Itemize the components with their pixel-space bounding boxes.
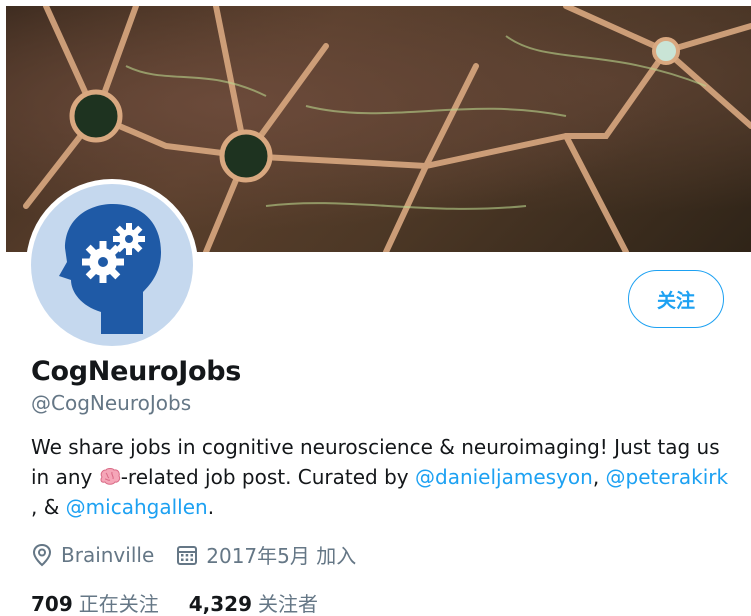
location-item: Brainville [31, 543, 154, 567]
mention-link[interactable]: @danieljamesyon [415, 465, 593, 489]
location-pin-icon [32, 543, 52, 566]
followers-label: 关注者 [258, 592, 319, 616]
avatar-image [31, 184, 193, 346]
follow-button[interactable]: 关注 [628, 270, 724, 328]
profile-meta: Brainville 2017年5月 加入 [31, 540, 378, 569]
head-gears-icon [59, 204, 161, 334]
following-count: 709 [31, 592, 73, 616]
profile-handle: @CogNeuroJobs [31, 391, 192, 415]
following-link[interactable]: 709 正在关注 [31, 588, 159, 616]
bio-separator: , [592, 465, 606, 489]
following-label: 正在关注 [78, 592, 159, 616]
mention-link[interactable]: @peterakirk [606, 465, 729, 489]
profile-name: CogNeuroJobs [31, 356, 242, 387]
profile-bio: We share jobs in cognitive neuroscience … [31, 432, 731, 522]
bio-end: . [207, 495, 215, 519]
bio-separator: , & [31, 495, 66, 519]
joined-text: 2017年5月 加入 [206, 544, 357, 568]
followers-count: 4,329 [188, 592, 253, 616]
location-text: Brainville [61, 542, 155, 567]
bio-text: -related job post. Curated by [120, 465, 415, 489]
profile-stats: 709 正在关注 4,329 关注者 [31, 588, 348, 616]
mention-link[interactable]: @micahgallen [66, 495, 208, 519]
calendar-icon [177, 545, 198, 565]
followers-link[interactable]: 4,329 关注者 [189, 588, 318, 616]
brain-icon [100, 468, 120, 485]
joined-item: 2017年5月 加入 [176, 540, 356, 569]
profile-avatar[interactable] [26, 179, 198, 351]
